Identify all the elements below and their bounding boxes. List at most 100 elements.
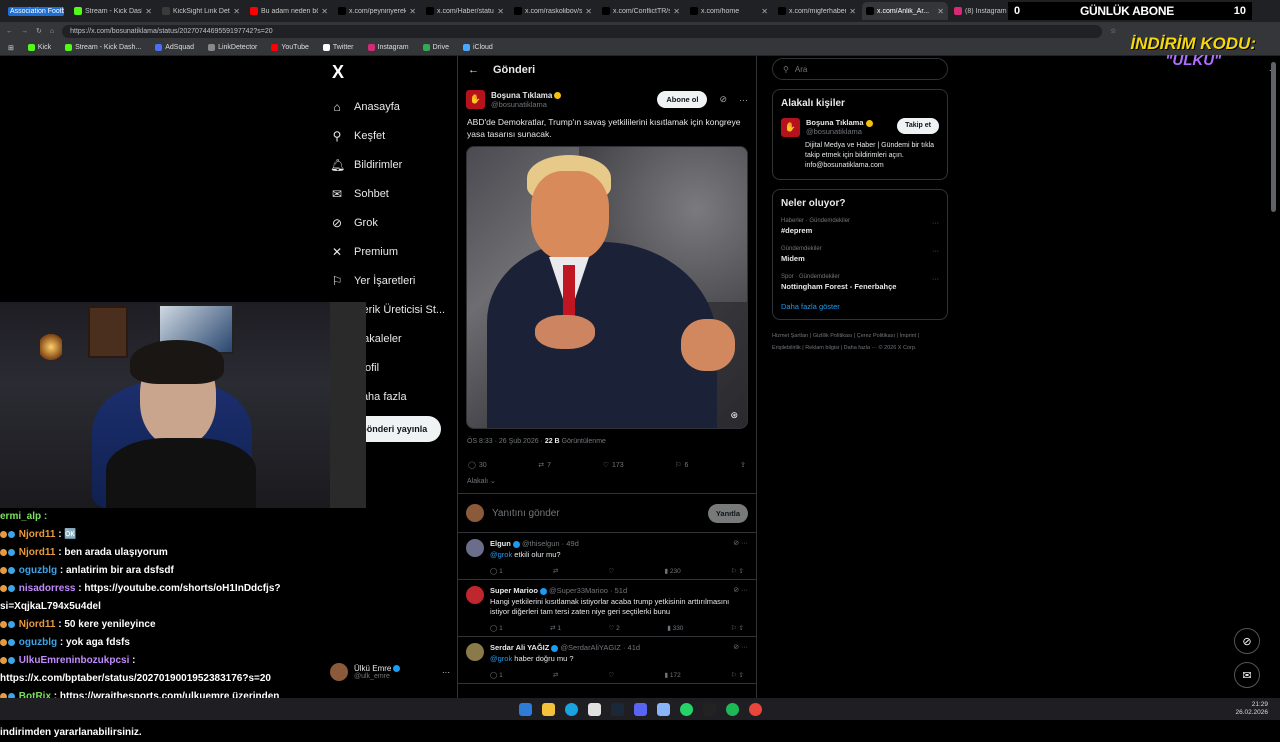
more-icon[interactable]: ··· bbox=[932, 248, 939, 255]
more-icon[interactable]: ··· bbox=[932, 220, 939, 227]
avatar[interactable] bbox=[466, 643, 484, 661]
trend-item[interactable]: Spor · Gündemdekiler Nottingham Forest - … bbox=[781, 274, 939, 291]
x-logo-icon[interactable]: X bbox=[332, 62, 460, 82]
bookmark-item[interactable]: iCloud bbox=[462, 44, 493, 51]
bookmark-item[interactable]: YouTube bbox=[271, 44, 309, 51]
spotify-icon[interactable] bbox=[725, 702, 739, 716]
close-icon[interactable]: ✕ bbox=[321, 7, 328, 16]
reply-icon[interactable]: ◯ 1 bbox=[490, 624, 503, 632]
repost-icon[interactable]: ⇄ 1 bbox=[550, 624, 561, 632]
discord-icon[interactable] bbox=[633, 702, 647, 716]
bookmark-item[interactable]: Stream - Kick Dash... bbox=[65, 44, 141, 51]
more-icon[interactable]: ⊘ ··· bbox=[733, 539, 748, 547]
related-person-handle[interactable]: @bosunatiklama bbox=[806, 127, 873, 136]
browser-tab[interactable]: x.com/home ✕ bbox=[686, 2, 772, 20]
bookmark-item[interactable]: AdSquad bbox=[155, 44, 194, 51]
post-image[interactable]: ⊛ bbox=[466, 146, 748, 429]
browser-tab[interactable]: KickSight Link Detector✕ bbox=[158, 2, 244, 20]
reload-icon[interactable]: ↻ bbox=[36, 27, 42, 35]
search-input[interactable]: ⚲ Ara bbox=[772, 58, 948, 80]
browser-tab[interactable]: x.com/Anlik_Ar... ✕ bbox=[862, 2, 948, 20]
heart-icon[interactable]: ♡ 2 bbox=[608, 624, 619, 632]
close-icon[interactable]: ✕ bbox=[937, 7, 944, 16]
nav-item-search[interactable]: ⚲ Keşfet bbox=[330, 121, 460, 150]
bookmark-icon[interactable]: ⚐ ⇪ bbox=[731, 567, 744, 575]
show-more-link[interactable]: Daha fazla göster bbox=[781, 302, 939, 311]
nav-item-home[interactable]: ⌂ Anasayfa bbox=[330, 92, 460, 121]
views-icon[interactable]: ▮ 330 bbox=[667, 624, 683, 632]
reply-button[interactable]: Yanıtla bbox=[707, 503, 748, 523]
views-icon[interactable]: ▮ 230 bbox=[664, 567, 680, 575]
related-person-name[interactable]: Boşuna Tıklama bbox=[806, 118, 873, 127]
mention-link[interactable]: @grok bbox=[490, 550, 512, 559]
bookmark-icon[interactable]: ⚐ ⇪ bbox=[731, 671, 744, 679]
bookmark-action[interactable]: ⚐ 6 bbox=[675, 461, 688, 470]
explorer-icon[interactable] bbox=[541, 702, 555, 716]
nav-item-mail[interactable]: ✉ Sohbet bbox=[330, 179, 460, 208]
bookmark-item[interactable]: Twitter bbox=[322, 44, 354, 51]
close-icon[interactable]: ✕ bbox=[233, 7, 240, 16]
repost-icon[interactable]: ⇄ bbox=[553, 567, 558, 575]
bookmark-item[interactable]: Kick bbox=[27, 44, 51, 51]
reply-icon[interactable]: ◯ 1 bbox=[490, 671, 503, 679]
author-avatar[interactable]: ✋ bbox=[466, 90, 485, 109]
reply-input[interactable]: Yanıtını gönder bbox=[492, 508, 700, 519]
more-icon[interactable]: ⊘ ··· bbox=[733, 643, 748, 651]
avatar[interactable] bbox=[466, 539, 484, 557]
bookmark-icon[interactable]: ⚐ ⇪ bbox=[731, 624, 744, 632]
close-icon[interactable]: ✕ bbox=[849, 7, 856, 16]
subscribe-button[interactable]: Abone ol bbox=[657, 91, 708, 108]
repost-action[interactable]: ⇄ 7 bbox=[538, 461, 551, 470]
browser-tab[interactable]: x.com/ConflictTR/statu...✕ bbox=[598, 2, 684, 20]
back-icon[interactable]: ← bbox=[6, 28, 13, 35]
close-icon[interactable]: ✕ bbox=[409, 7, 416, 16]
heart-icon[interactable]: ♡ bbox=[608, 671, 614, 679]
home-icon[interactable]: ⌂ bbox=[50, 28, 54, 35]
trend-item[interactable]: Gündemdekiler Midem ··· bbox=[781, 246, 939, 263]
grok-image-icon[interactable]: ⊛ bbox=[730, 410, 738, 421]
reply-item[interactable]: Serdar Ali YAĞIZ @SerdarAliYAGIZ · 41d @g… bbox=[458, 637, 756, 684]
back-arrow-icon[interactable]: ← bbox=[468, 64, 479, 76]
heart-icon[interactable]: ♡ bbox=[608, 567, 614, 575]
browser-tab[interactable]: x.com/migferhaber/st...✕ bbox=[774, 2, 860, 20]
avatar[interactable] bbox=[466, 586, 484, 604]
app2-icon[interactable] bbox=[748, 702, 762, 716]
account-switcher[interactable]: Ülkü Emre @ulk_emre ··· bbox=[330, 660, 450, 684]
scrollbar[interactable] bbox=[1271, 62, 1276, 212]
reply-item[interactable]: Elgun @thiselgun · 49d @grok etkili olur … bbox=[458, 533, 756, 580]
nav-item-premium[interactable]: ✕ Premium bbox=[330, 237, 460, 266]
author-handle[interactable]: @bosunatiklama bbox=[491, 100, 561, 109]
grok-icon[interactable]: ⊘ bbox=[719, 94, 727, 105]
close-icon[interactable]: ✕ bbox=[761, 7, 768, 16]
browser-tab[interactable]: Stream - Kick Dashboard✕ bbox=[70, 2, 156, 20]
browser-tab[interactable]: x.com/peyniriyerek/st...✕ bbox=[334, 2, 420, 20]
obs-icon[interactable] bbox=[702, 702, 716, 716]
nav-item-bell[interactable]: 🔔︎ Bildirimler bbox=[330, 150, 460, 179]
related-toggle[interactable]: Alakalı ⌄ bbox=[458, 469, 756, 485]
steam-icon[interactable] bbox=[610, 702, 624, 716]
whatsapp-icon[interactable] bbox=[679, 702, 693, 716]
bookmark-item[interactable]: LinkDetector bbox=[208, 44, 257, 51]
system-clock[interactable]: 21:29 26.02.2026 bbox=[1235, 701, 1268, 717]
repost-icon[interactable]: ⇄ bbox=[553, 671, 558, 679]
account-menu-icon[interactable]: ··· bbox=[442, 668, 450, 677]
reply-item[interactable]: Super Marioo @Super33Marioo · 51d Hangi y… bbox=[458, 580, 756, 637]
reply-icon[interactable]: ◯ 1 bbox=[490, 567, 503, 575]
author-name[interactable]: Boşuna Tıklama bbox=[491, 91, 562, 100]
share-icon[interactable]: ⇪ bbox=[740, 461, 746, 469]
start-icon[interactable] bbox=[518, 702, 532, 716]
trend-item[interactable]: Haberler · Gündemdekiler #deprem ··· bbox=[781, 218, 939, 235]
related-person-avatar[interactable]: ✋ bbox=[781, 118, 800, 137]
more-icon[interactable]: ··· bbox=[739, 95, 748, 105]
mention-link[interactable]: @grok bbox=[490, 654, 512, 663]
close-icon[interactable]: ✕ bbox=[497, 7, 504, 16]
grok-float-button[interactable]: ⊘ bbox=[1234, 628, 1260, 654]
browser-tab[interactable]: Bu adam neden böyle...✕ bbox=[246, 2, 332, 20]
nav-item-bookmark[interactable]: ⚐ Yer İşaretleri bbox=[330, 266, 460, 295]
apps-icon[interactable]: ⊞ bbox=[8, 44, 14, 52]
more-icon[interactable]: ··· bbox=[932, 276, 939, 283]
forward-icon[interactable]: → bbox=[21, 28, 28, 35]
footer-links[interactable]: Hizmet Şartları | Gizlilik Politikası | … bbox=[772, 330, 948, 354]
edge-icon[interactable] bbox=[564, 702, 578, 716]
close-icon[interactable]: ✕ bbox=[145, 7, 152, 16]
